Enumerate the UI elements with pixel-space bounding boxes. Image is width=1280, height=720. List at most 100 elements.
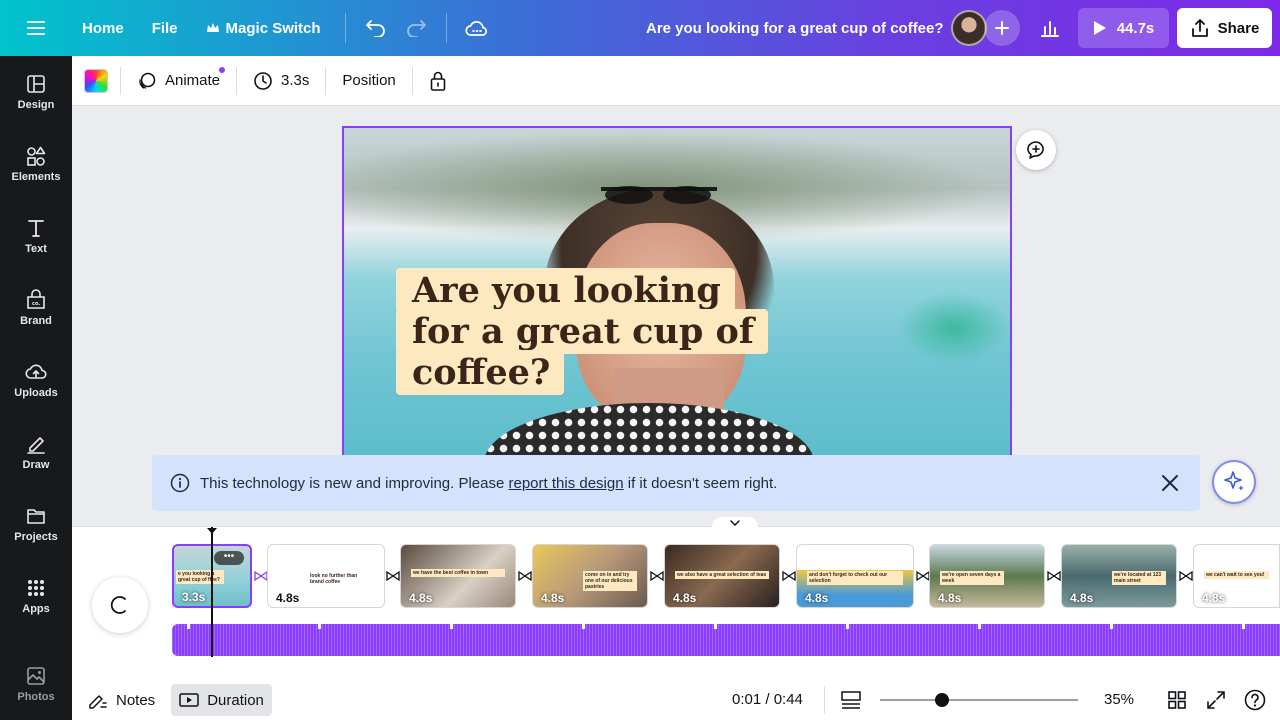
rail-item-apps[interactable]: Apps: [0, 566, 72, 626]
divider: [445, 13, 447, 43]
help-icon[interactable]: [1244, 689, 1266, 711]
duration-label: Duration: [207, 691, 264, 709]
file-menu[interactable]: File: [138, 10, 192, 46]
rail-item-elements[interactable]: Elements: [0, 134, 72, 194]
clip-caption: we also have a great selection of teas: [675, 571, 769, 579]
info-icon: [170, 473, 190, 493]
collapse-timeline-button[interactable]: [712, 517, 758, 529]
transition-icon[interactable]: [518, 571, 532, 581]
timeline-clip-9[interactable]: we can't wait to see you! 4.8s: [1193, 544, 1280, 608]
timeline-clip-7[interactable]: we're open seven days a week 4.8s: [929, 544, 1045, 608]
divider: [325, 66, 327, 95]
design-title[interactable]: Are you looking for a great cup of coffe…: [646, 0, 944, 56]
transition-icon[interactable]: [1179, 571, 1193, 581]
spinner-icon: [110, 596, 126, 614]
draw-icon: [27, 437, 45, 454]
position-button[interactable]: Position: [338, 63, 399, 99]
playhead[interactable]: [211, 527, 213, 657]
rail-item-brand[interactable]: co. Brand: [0, 278, 72, 338]
share-label: Share: [1217, 19, 1260, 37]
clip-caption: we have the best coffee in town: [411, 569, 505, 577]
clip-duration: 4.8s: [541, 591, 565, 605]
grid-view-icon[interactable]: [1167, 690, 1187, 710]
timeline-clip-4[interactable]: come on in and try one of our delicious …: [532, 544, 648, 608]
rail-label: Elements: [11, 171, 61, 183]
timeline-clip-6[interactable]: and don't forget to check out our select…: [796, 544, 914, 608]
plus-icon: [995, 21, 1009, 35]
banner-text: This technology is new and improving. Pl…: [200, 474, 509, 492]
info-banner: This technology is new and improving. Pl…: [152, 455, 1200, 511]
timeline-clip-8[interactable]: we're located at 123 main street 4.8s: [1061, 544, 1177, 608]
home-button[interactable]: Home: [68, 10, 138, 46]
animate-icon: [139, 72, 156, 89]
zoom-level[interactable]: 35%: [1104, 691, 1134, 708]
duration-button[interactable]: 3.3s: [249, 63, 313, 99]
audio-track[interactable]: [172, 624, 1280, 656]
rail-item-text[interactable]: Text: [0, 206, 72, 266]
clip-duration: 3.3s: [182, 590, 206, 604]
text-icon: [28, 220, 44, 237]
timeline-clip-5[interactable]: we also have a great selection of teas 4…: [664, 544, 780, 608]
duration-toggle-button[interactable]: Duration: [171, 684, 272, 716]
divider: [236, 66, 238, 95]
share-button[interactable]: Share: [1177, 8, 1272, 48]
notes-button[interactable]: Notes: [80, 684, 163, 716]
transition-icon[interactable]: [650, 571, 664, 581]
audio-marker: [450, 624, 453, 629]
magic-switch-button[interactable]: Magic Switch: [192, 10, 335, 46]
cloud-sync-icon[interactable]: [457, 8, 497, 48]
animate-label: Animate: [165, 72, 221, 89]
play-button[interactable]: 44.7s: [1078, 8, 1169, 48]
design-icon: [27, 75, 45, 93]
rail-item-design[interactable]: Design: [0, 62, 72, 122]
undo-icon[interactable]: [356, 8, 396, 48]
report-design-link[interactable]: report this design: [509, 475, 624, 492]
clip-duration: 4.8s: [276, 591, 300, 605]
elements-icon: [27, 146, 46, 166]
rail-label: Text: [25, 243, 47, 255]
avatar[interactable]: [951, 10, 987, 46]
color-picker-button[interactable]: [84, 68, 108, 93]
transition-icon[interactable]: [916, 571, 930, 581]
insights-button[interactable]: [1030, 10, 1070, 46]
design-page[interactable]: Are you looking for a great cup of coffe…: [342, 126, 1012, 466]
clip-more-button[interactable]: •••: [214, 551, 244, 565]
timeline-clip-3[interactable]: we have the best coffee in town 4.8s: [400, 544, 516, 608]
zoom-slider[interactable]: [880, 699, 1078, 701]
rail-item-draw[interactable]: Draw: [0, 422, 72, 482]
photos-icon: [27, 667, 45, 685]
animate-button[interactable]: Animate: [133, 63, 226, 99]
lock-button[interactable]: [425, 63, 451, 99]
headline-text[interactable]: Are you looking for a great cup of coffe…: [396, 268, 768, 395]
lock-icon: [430, 71, 446, 91]
transition-icon[interactable]: [386, 571, 400, 581]
rail-label: Photos: [17, 691, 55, 703]
divider: [120, 66, 121, 95]
divider: [411, 66, 413, 95]
fullscreen-icon[interactable]: [1206, 690, 1226, 710]
zoom-slider-handle[interactable]: [935, 693, 949, 707]
add-comment-button[interactable]: [1016, 130, 1056, 170]
magic-assistant-button[interactable]: [1212, 460, 1256, 504]
transition-icon[interactable]: [254, 571, 268, 581]
menu-icon[interactable]: [0, 0, 72, 56]
notes-icon: [89, 695, 107, 709]
add-collaborator-button[interactable]: [984, 10, 1020, 46]
play-duration: 44.7s: [1116, 19, 1155, 37]
file-label: File: [151, 19, 178, 37]
magic-switch-label: Magic Switch: [225, 19, 321, 37]
rail-item-projects[interactable]: Projects: [0, 494, 72, 554]
headline-line-3: coffee?: [396, 350, 565, 395]
transition-icon[interactable]: [1047, 571, 1061, 581]
headline-line-2: for a great cup of: [396, 309, 768, 354]
close-icon[interactable]: [1158, 471, 1182, 495]
page-view-icon[interactable]: [840, 690, 862, 710]
banner-text-end: if it doesn't seem right.: [623, 474, 778, 492]
timeline-clip-2[interactable]: look no further than brand coffee 4.8s: [267, 544, 385, 608]
clip-duration: 4.8s: [1070, 591, 1094, 605]
rail-item-uploads[interactable]: Uploads: [0, 350, 72, 410]
headline-line-1: Are you looking: [396, 268, 735, 313]
rail-item-photos[interactable]: Photos: [0, 654, 72, 714]
transition-icon[interactable]: [782, 571, 796, 581]
redo-icon[interactable]: [396, 8, 436, 48]
